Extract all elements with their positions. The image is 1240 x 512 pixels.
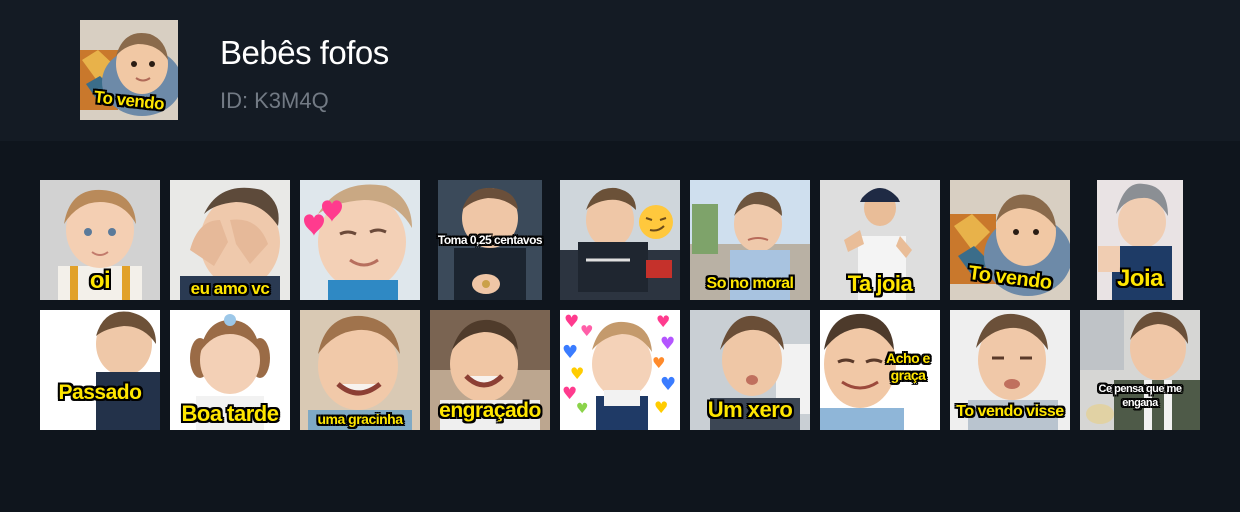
heart-icon: ♥ <box>654 398 669 417</box>
sticker-engracado[interactable]: engraçado <box>430 310 550 430</box>
pack-id: ID: K3M4Q <box>220 88 329 114</box>
heart-icon: ♥ <box>660 374 677 395</box>
heart-icon: ♥ <box>580 322 594 340</box>
sticker-to-vendo-visse[interactable]: To vendo visse <box>950 310 1070 430</box>
heart-icon: ♥ <box>576 401 589 417</box>
sticker-ta-joia[interactable]: Ta joia <box>820 180 940 300</box>
sticker-caption: To vendo visse <box>956 403 1064 420</box>
sticker-caption: Um xero <box>707 397 793 422</box>
heart-icon: ♥ <box>652 354 666 372</box>
sticker-caption: Passado <box>58 381 142 404</box>
pack-id-value: K3M4Q <box>254 88 329 113</box>
sticker-hearts-baby[interactable]: ♥ ♥ ♥ ♥ ♥ ♥ ♥ ♥ ♥ ♥ ♥ <box>560 310 680 430</box>
pack-header: To vendo Bebês fofos ID: K3M4Q <box>0 0 1240 141</box>
sticker-caption: uma gracinha <box>317 411 403 427</box>
sticker-to-vendo[interactable]: To vendo <box>950 180 1070 300</box>
sticker-image <box>300 180 420 300</box>
sticker-acho-e-graca[interactable]: Acho e graça <box>820 310 940 430</box>
pack-thumbnail[interactable]: To vendo <box>80 20 178 120</box>
sticker-caption: eu amo vc <box>190 279 270 298</box>
sticker-boa-tarde[interactable]: Boa tarde <box>170 310 290 430</box>
heart-icon: ♥ <box>564 312 580 332</box>
sticker-eu-amo-vc[interactable]: eu amo vc <box>170 180 290 300</box>
sticker-um-xero[interactable]: Um xero <box>690 310 810 430</box>
sticker-caption: engraçado <box>439 399 541 422</box>
heart-icon: ♥ <box>562 342 579 363</box>
heart-icon: ♥ <box>656 312 671 331</box>
sticker-passado[interactable]: Passado <box>40 310 160 430</box>
sticker-caption: Toma 0,25 centavos <box>437 233 543 247</box>
sticker-oi[interactable]: oi <box>40 180 160 300</box>
sticker-joia[interactable]: Joia <box>1080 180 1200 300</box>
sticker-ce-pensa-que-me-engana[interactable]: Ce pensa que me engana <box>1080 310 1200 430</box>
heart-icon: ♥ <box>570 364 585 383</box>
sticker-caption: Joia <box>1116 265 1164 292</box>
sticker-caption: Boa tarde <box>181 401 279 426</box>
sticker-image <box>40 310 160 430</box>
sticker-toma-centavos[interactable]: Toma 0,25 centavos <box>430 180 550 300</box>
sticker-uma-gracinha[interactable]: uma gracinha <box>300 310 420 430</box>
sticker-so-no-moral[interactable]: So no moral <box>690 180 810 300</box>
sticker-caption: Acho e graça <box>886 350 930 383</box>
heart-icon: ♥ <box>562 384 578 404</box>
pack-id-label: ID: <box>220 88 249 113</box>
sticker-caption: Ce pensa que me engana <box>1098 383 1182 410</box>
sticker-hearts-smile[interactable] <box>300 180 420 300</box>
sticker-caption: Ta joia <box>847 271 913 296</box>
sticker-smirk[interactable] <box>560 180 680 300</box>
sticker-caption: So no moral <box>706 275 794 292</box>
heart-icon: ♥ <box>660 334 676 354</box>
sticker-image <box>1080 310 1200 430</box>
pack-title: Bebês fofos <box>220 34 389 71</box>
sticker-image <box>560 180 680 300</box>
sticker-caption: oi <box>89 267 111 294</box>
